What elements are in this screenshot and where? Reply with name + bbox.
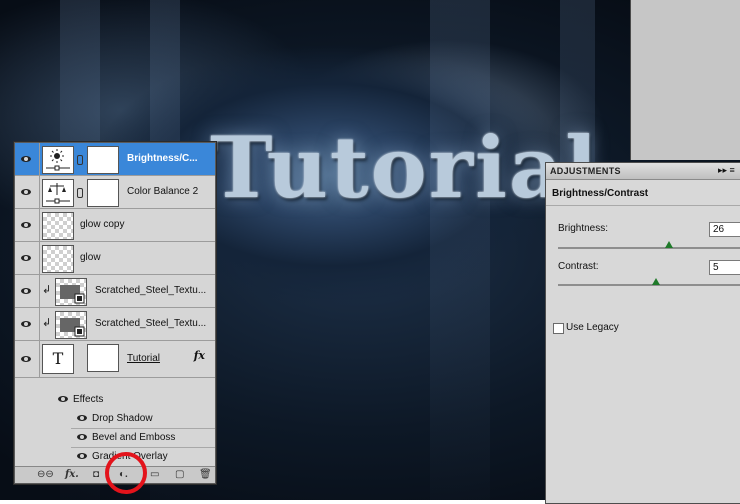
eye-icon[interactable] (77, 415, 87, 421)
layer-row-tutorial-text[interactable]: T Tutorial fx (15, 341, 215, 378)
layer-name[interactable]: Scratched_Steel_Textu... (95, 285, 206, 296)
eye-icon (21, 255, 31, 261)
eye-icon (21, 356, 31, 362)
eye-icon (21, 189, 31, 195)
balance-scale-icon (42, 179, 74, 207)
contrast-label: Contrast: (558, 261, 599, 272)
brightness-slider-knob[interactable] (665, 241, 673, 248)
layer-name[interactable]: Color Balance 2 (127, 186, 198, 197)
visibility-toggle[interactable] (15, 341, 40, 377)
eye-icon (21, 321, 31, 327)
add-mask-icon[interactable]: ◘ (93, 469, 99, 480)
layer-name[interactable]: Brightness/C... (127, 153, 198, 164)
eye-icon[interactable] (58, 396, 68, 402)
layer-thumbnail (42, 212, 74, 240)
link-icon[interactable] (77, 155, 83, 165)
layer-name[interactable]: glow copy (80, 219, 124, 230)
contrast-slider-track[interactable] (558, 284, 740, 286)
layer-row-glow-copy[interactable]: glow copy (15, 209, 215, 242)
eye-icon (21, 288, 31, 294)
layer-thumbnail (55, 278, 87, 306)
layers-panel: Brightness/C... Color Balance 2 glow cop… (14, 142, 216, 484)
eye-icon[interactable] (77, 453, 87, 459)
link-icon[interactable] (77, 188, 83, 198)
layer-mask-thumbnail[interactable] (87, 179, 119, 207)
layer-row-scratched-steel-1[interactable]: ↲ Scratched_Steel_Textu... (15, 275, 215, 308)
effect-bevel-emboss[interactable]: Bevel and Emboss (15, 429, 215, 448)
workspace-background (630, 0, 740, 160)
layer-mask-thumbnail[interactable] (87, 146, 119, 174)
highlight-circle (105, 452, 147, 494)
layer-name[interactable]: Tutorial (127, 353, 160, 364)
layer-thumbnail (42, 245, 74, 273)
visibility-toggle[interactable] (15, 143, 40, 175)
contrast-input[interactable]: 5 (709, 260, 740, 275)
brightness-label: Brightness: (558, 223, 609, 234)
visibility-toggle[interactable] (15, 308, 40, 340)
new-layer-icon[interactable]: ▢ (175, 469, 184, 480)
brightness-input[interactable]: 26 (709, 222, 740, 237)
trash-icon[interactable]: 🗑 (199, 469, 212, 480)
eye-icon (21, 222, 31, 228)
new-group-icon[interactable]: ▭ (150, 469, 159, 480)
clipping-arrow-icon: ↲ (42, 317, 52, 329)
adjustments-tab[interactable]: ADJUSTMENTS ▸▸ ≡ (546, 163, 740, 180)
add-style-icon[interactable]: fx. (65, 469, 79, 480)
eye-icon (21, 156, 31, 162)
adjustment-title: Brightness/Contrast (552, 188, 649, 199)
artwork-text: Tutorial (210, 118, 600, 217)
text-layer-icon: T (42, 344, 74, 374)
visibility-toggle[interactable] (15, 242, 40, 274)
effect-label: Drop Shadow (92, 413, 153, 424)
layer-name[interactable]: glow (80, 252, 101, 263)
effects-row[interactable]: Effects (15, 391, 215, 410)
fx-icon[interactable]: fx (194, 349, 205, 362)
layer-mask-thumbnail[interactable] (87, 344, 119, 372)
eye-icon[interactable] (77, 434, 87, 440)
brightness-slider-track[interactable] (558, 247, 740, 249)
layer-name[interactable]: Scratched_Steel_Textu... (95, 318, 206, 329)
layer-row-glow[interactable]: glow (15, 242, 215, 275)
visibility-toggle[interactable] (15, 209, 40, 241)
link-layers-icon[interactable]: ⊖⊖ (37, 469, 54, 480)
visibility-toggle[interactable] (15, 275, 40, 307)
clipping-arrow-icon: ↲ (42, 284, 52, 296)
effects-label: Effects (73, 394, 104, 405)
visibility-toggle[interactable] (15, 176, 40, 208)
layer-row-brightness-contrast[interactable]: Brightness/C... (15, 143, 215, 176)
use-legacy-label[interactable]: Use Legacy (566, 322, 619, 333)
panel-menu-icon[interactable]: ▸▸ ≡ (718, 165, 735, 176)
effect-drop-shadow[interactable]: Drop Shadow (15, 410, 215, 429)
layer-row-color-balance[interactable]: Color Balance 2 (15, 176, 215, 209)
layer-thumbnail (55, 311, 87, 339)
layer-row-scratched-steel-2[interactable]: ↲ Scratched_Steel_Textu... (15, 308, 215, 341)
effect-label: Bevel and Emboss (92, 432, 176, 443)
tab-label: ADJUSTMENTS (550, 166, 621, 176)
contrast-slider-knob[interactable] (652, 278, 661, 285)
adjustments-panel: ADJUSTMENTS ▸▸ ≡ Brightness/Contrast Bri… (545, 162, 740, 504)
sun-icon (42, 146, 74, 174)
use-legacy-checkbox[interactable] (553, 323, 564, 334)
